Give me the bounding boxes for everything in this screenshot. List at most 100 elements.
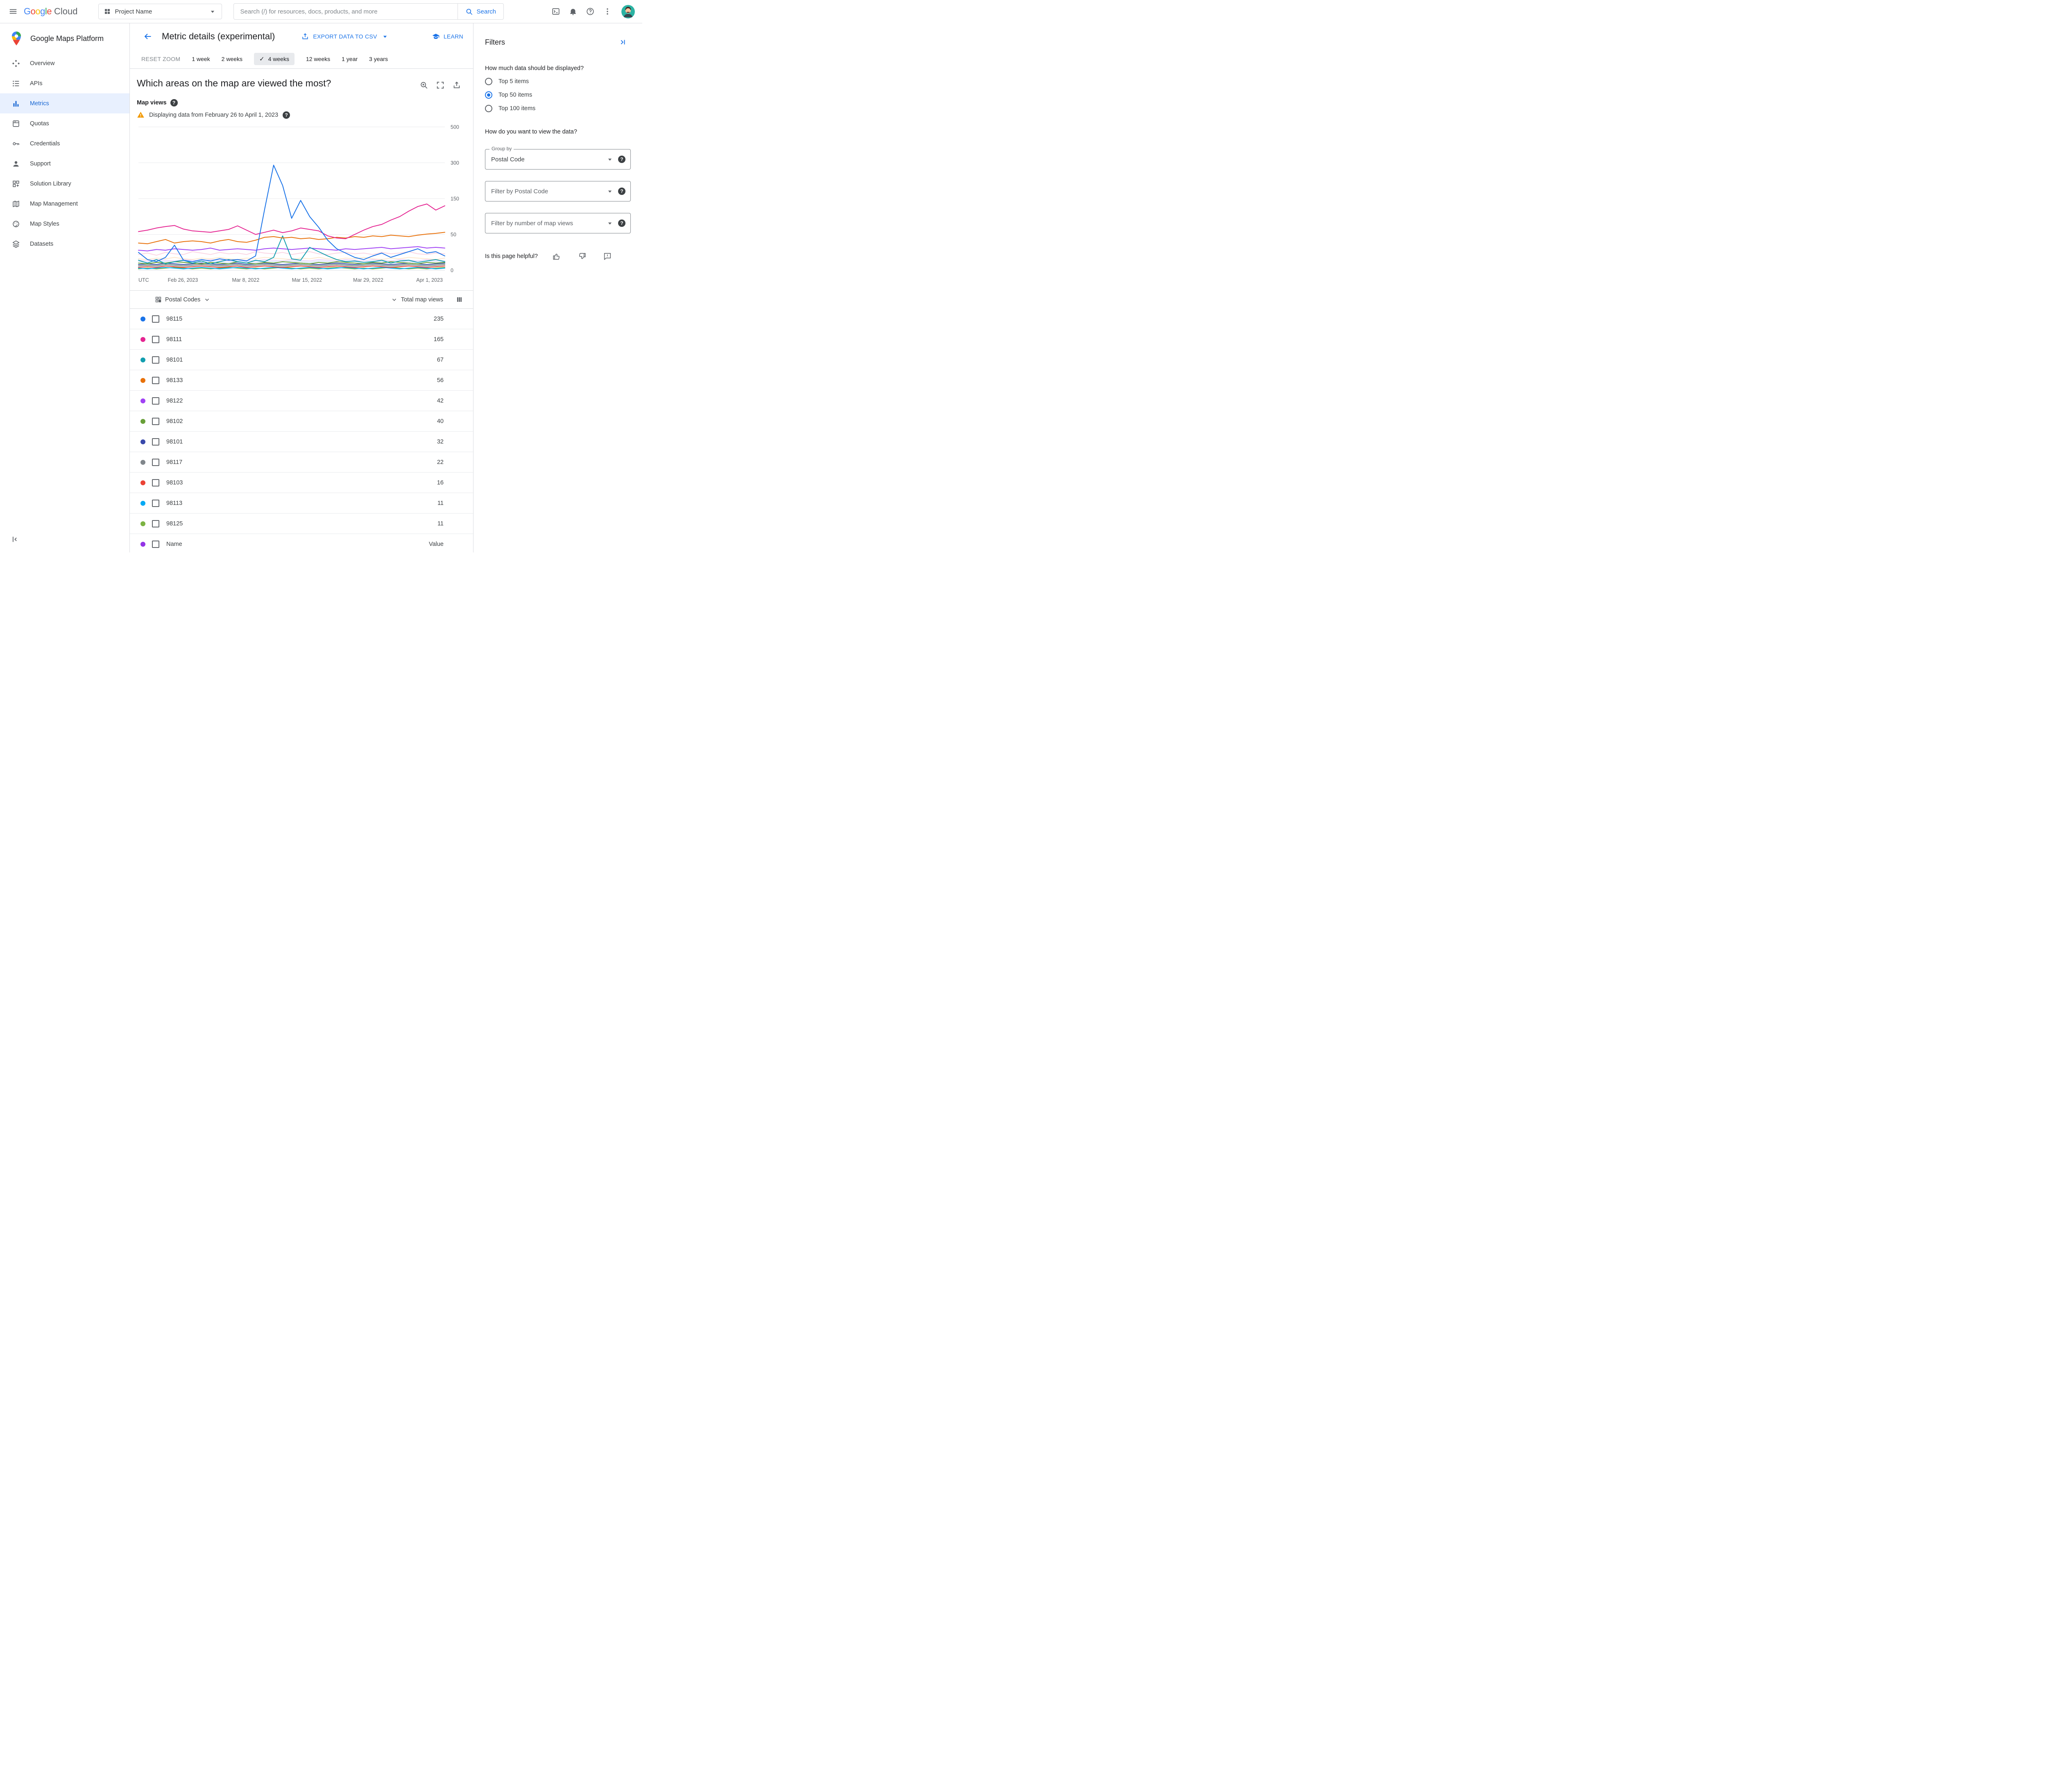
sidebar-item-solution-library[interactable]: Solution Library [0, 174, 129, 194]
table-row[interactable]: Name Value [130, 534, 473, 552]
sidebar-item-support[interactable]: Support [0, 154, 129, 174]
radio-top-50-items[interactable]: Top 50 items [485, 91, 631, 99]
export-csv-button[interactable]: EXPORT DATA TO CSV [301, 32, 389, 41]
chart-line-98122 [138, 246, 445, 251]
map-views-value-cell: 32 [437, 438, 444, 445]
y-axis-tick-label: 50 [451, 232, 456, 238]
chart-export-button[interactable] [449, 78, 464, 93]
sidebar-item-map-management[interactable]: Map Management [0, 194, 129, 214]
radio-label: Top 5 items [498, 78, 529, 85]
row-checkbox[interactable] [152, 540, 159, 548]
postal-code-cell: 98102 [166, 418, 183, 425]
time-range-option[interactable]: ✓ 4 weeks [254, 53, 295, 65]
table-body: 98115 235 98111 165 98101 67 98133 56 98… [130, 309, 473, 552]
row-checkbox[interactable] [152, 356, 159, 364]
table-row[interactable]: 98102 40 [130, 411, 473, 432]
row-checkbox[interactable] [152, 376, 159, 384]
reset-zoom-button[interactable]: RESET ZOOM [141, 56, 180, 62]
row-checkbox[interactable] [152, 438, 159, 446]
search-input[interactable] [233, 3, 458, 20]
project-name-label: Project Name [115, 8, 152, 15]
view-question: How do you want to view the data? [485, 129, 577, 135]
group-header-label: Postal Codes [165, 296, 201, 303]
table-row[interactable]: 98113 11 [130, 493, 473, 514]
time-range-label: 1 year [342, 56, 358, 62]
table-row[interactable]: 98101 67 [130, 350, 473, 370]
row-checkbox[interactable] [152, 479, 159, 486]
time-range-option[interactable]: 3 years [369, 56, 388, 62]
time-range-option[interactable]: 12 weeks [306, 56, 330, 62]
sidebar-item-apis[interactable]: APIs [0, 73, 129, 93]
value-header-label: Total map views [401, 296, 443, 303]
postal-code-cell: 98115 [166, 315, 183, 322]
thumbs-down-button[interactable] [575, 250, 589, 263]
x-axis-tick-label: Feb 26, 2023 [168, 277, 198, 283]
sidebar-item-label: Map Styles [30, 220, 59, 227]
row-checkbox[interactable] [152, 335, 159, 343]
sidebar-item-quotas[interactable]: Quotas [0, 113, 129, 133]
sidebar-item-label: Metrics [30, 100, 49, 107]
chart-fullscreen-button[interactable] [433, 78, 448, 93]
map-views-value-cell: 235 [433, 315, 444, 322]
table-row[interactable]: 98117 22 [130, 452, 473, 473]
group-by-header[interactable]: Postal Codes [154, 296, 211, 303]
group-by-select[interactable]: Group by Postal Code ? [485, 146, 631, 170]
sidebar-item-overview[interactable]: Overview [0, 53, 129, 73]
table-row[interactable]: 98125 11 [130, 514, 473, 534]
learn-link[interactable]: LEARN [432, 32, 463, 41]
filters-collapse-button[interactable] [614, 34, 631, 50]
time-range-option[interactable]: 1 week [192, 56, 210, 62]
sidebar-item-map-styles[interactable]: Map Styles [0, 214, 129, 234]
row-checkbox[interactable] [152, 499, 159, 507]
sidebar-item-metrics[interactable]: Metrics [0, 93, 129, 113]
help-button[interactable] [582, 3, 598, 20]
more-options-button[interactable] [599, 3, 616, 20]
thumbs-up-button[interactable] [550, 250, 563, 263]
postal-code-cell: 98113 [166, 500, 183, 507]
postal-code-cell: 98111 [166, 336, 182, 343]
send-feedback-button[interactable] [601, 250, 614, 263]
postal-code-filter-select[interactable]: Filter by Postal Code ? [485, 181, 631, 201]
postal-filter-help-icon[interactable]: ? [618, 188, 625, 195]
back-button[interactable] [140, 29, 155, 44]
row-checkbox[interactable] [152, 520, 159, 527]
radio-top-5-items[interactable]: Top 5 items [485, 78, 631, 85]
row-checkbox[interactable] [152, 315, 159, 323]
time-range-option[interactable]: 1 year [342, 56, 358, 62]
sidebar-item-datasets[interactable]: Datasets [0, 234, 129, 254]
value-column-header[interactable]: Total map views [390, 296, 443, 303]
table-row[interactable]: 98133 56 [130, 370, 473, 391]
column-settings-button[interactable] [455, 296, 463, 303]
warning-help-icon[interactable]: ? [283, 111, 290, 119]
row-checkbox[interactable] [152, 417, 159, 425]
map-views-filter-select[interactable]: Filter by number of map views ? [485, 213, 631, 233]
views-filter-help-icon[interactable]: ? [618, 219, 625, 227]
radio-top-100-items[interactable]: Top 100 items [485, 105, 631, 112]
export-csv-label: EXPORT DATA TO CSV [313, 33, 377, 40]
avatar[interactable] [621, 5, 635, 18]
table-row[interactable]: 98103 16 [130, 473, 473, 493]
table-row[interactable]: 98101 32 [130, 432, 473, 452]
postal-code-cell: 98117 [166, 459, 183, 466]
row-checkbox[interactable] [152, 458, 159, 466]
sidebar-item-credentials[interactable]: Credentials [0, 133, 129, 154]
sidebar-collapse-button[interactable] [7, 531, 23, 548]
cloud-shell-button[interactable] [548, 3, 564, 20]
search-button[interactable]: Search [458, 3, 504, 20]
group-by-help-icon[interactable]: ? [618, 156, 625, 163]
table-row[interactable]: 98115 235 [130, 309, 473, 329]
metric-help-icon[interactable]: ? [170, 99, 178, 106]
map-views-value-cell: 165 [433, 336, 444, 343]
row-checkbox[interactable] [152, 397, 159, 405]
columns-icon [457, 297, 462, 302]
map-management-icon [11, 199, 21, 209]
table-row[interactable]: 98111 165 [130, 329, 473, 350]
notifications-button[interactable] [565, 3, 581, 20]
back-arrow-icon [144, 34, 151, 39]
hamburger-menu-button[interactable] [5, 3, 21, 20]
project-selector[interactable]: Project Name [98, 4, 222, 19]
table-row[interactable]: 98122 42 [130, 391, 473, 411]
time-range-option[interactable]: 2 weeks [222, 56, 242, 62]
google-cloud-logo[interactable]: Google Cloud [24, 6, 78, 17]
chart-zoom-button[interactable] [417, 78, 431, 93]
